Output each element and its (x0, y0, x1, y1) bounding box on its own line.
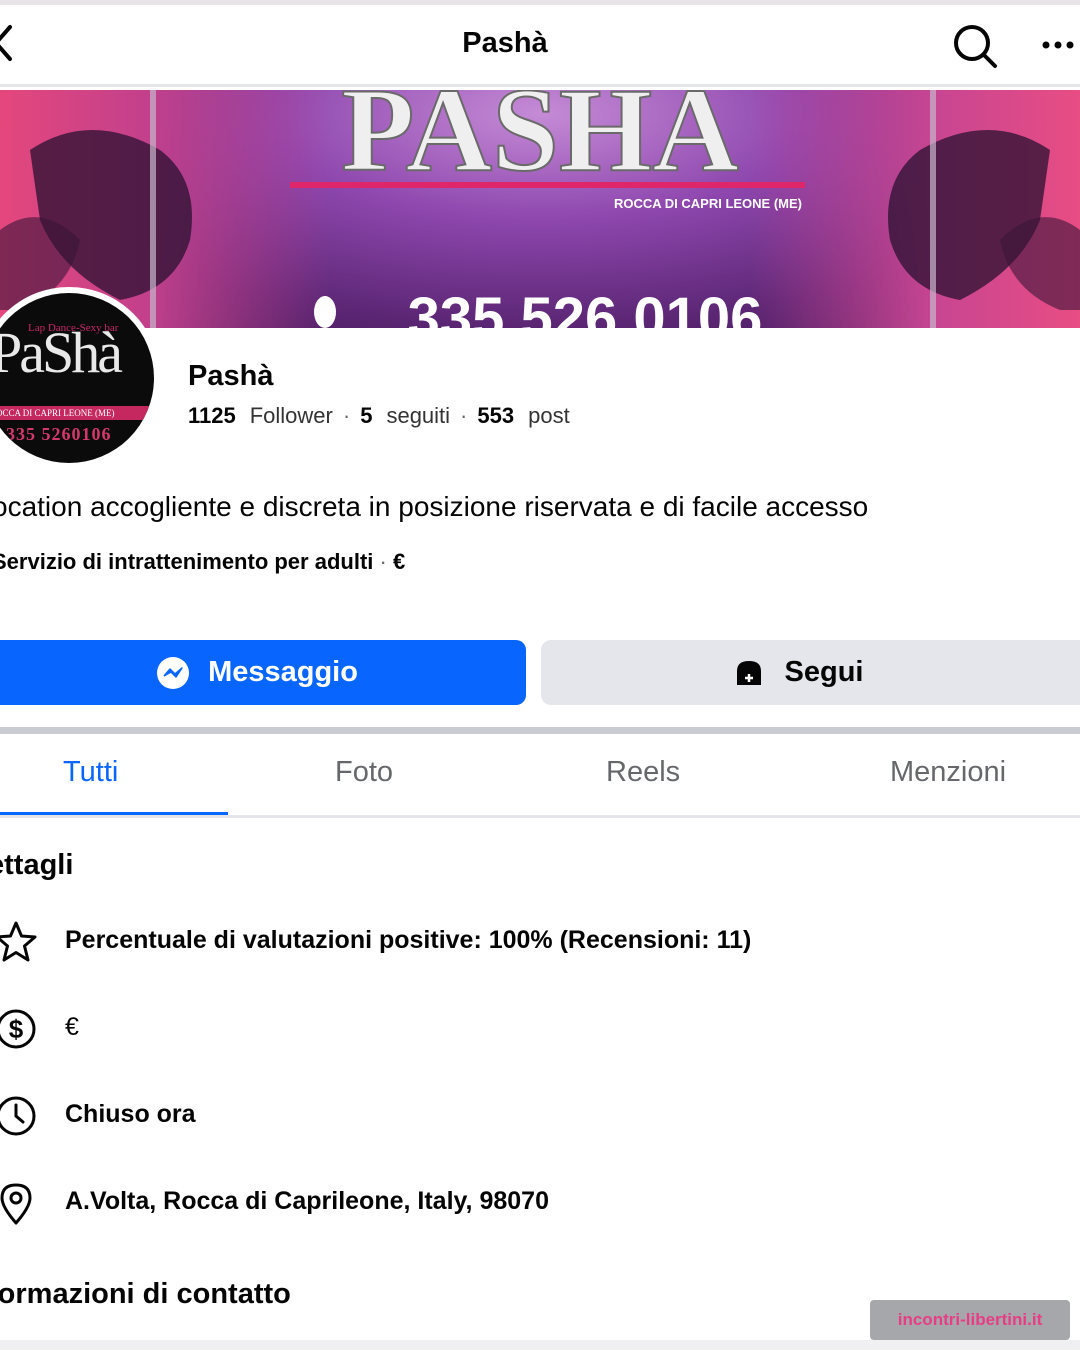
message-button-label: Messaggio (208, 656, 358, 688)
star-icon (0, 921, 37, 962)
dollar-icon: $ (0, 1009, 36, 1049)
avatar-band-text: ROCCA DI CAPRI LEONE (ME) (0, 406, 154, 420)
page-category: Servizio di intrattenimento per adulti ·… (0, 549, 405, 575)
avatar-image: Lap Dance-Sexy bar PaShà ROCCA DI CAPRI … (0, 293, 154, 463)
contact-section-title: formazioni di contatto (0, 1278, 291, 1310)
clock-icon (0, 1096, 36, 1136)
tab-reels[interactable]: Reels (606, 756, 680, 789)
following-count[interactable]: 5 (360, 403, 372, 428)
follow-button-label: Segui (784, 656, 864, 688)
page-bio: ocation accogliente e discreta in posizi… (0, 491, 869, 522)
followers-label[interactable]: Follower (250, 403, 333, 428)
posts-label: post (528, 403, 570, 428)
search-icon[interactable] (952, 23, 998, 69)
following-label[interactable]: seguiti (386, 403, 450, 428)
bottom-strip (0, 1340, 1080, 1350)
price-range: € (392, 549, 406, 574)
cover-logo-text: PASHA (341, 90, 739, 196)
cover-location-text: ROCCA DI CAPRI LEONE (ME) (614, 196, 802, 211)
category-separator: · (379, 549, 393, 574)
tab-foto[interactable]: Foto (335, 756, 393, 789)
section-divider (0, 727, 1080, 734)
messenger-icon (157, 656, 190, 689)
active-tab-indicator (0, 812, 228, 815)
page-header-title: Pashà (462, 27, 548, 59)
price-text: € (65, 1013, 79, 1041)
profile-stats: 1125 Follower · 5 seguiti · 553 post (188, 403, 570, 429)
more-icon[interactable] (1040, 35, 1080, 55)
detail-row-price: $ € (0, 1005, 992, 1055)
avatar-logo-text: PaShà (0, 320, 123, 385)
message-button[interactable]: Messaggio (0, 640, 526, 705)
page-name: Pashà (188, 360, 274, 392)
detail-row-address[interactable]: A.Volta, Rocca di Caprileone, Italy, 980… (0, 1179, 992, 1229)
location-pin-icon (0, 1183, 32, 1225)
stats-separator: · (342, 403, 351, 428)
followers-count[interactable]: 1125 (188, 403, 236, 428)
category-text[interactable]: Servizio di intrattenimento per adulti (0, 549, 373, 574)
detail-row-hours: Chiuso ora (0, 1092, 992, 1142)
tab-menzioni[interactable]: Menzioni (890, 756, 1006, 789)
rating-text: Percentuale di valutazioni positive: 100… (65, 926, 752, 954)
follow-button[interactable]: Segui (541, 640, 1080, 705)
posts-count: 553 (477, 403, 515, 428)
tab-tutti[interactable]: Tutti (63, 756, 118, 789)
top-bar: Pashà (0, 5, 1080, 87)
cover-phone-text: 335 526 0106 (408, 286, 763, 328)
stats-separator: · (460, 403, 468, 428)
hours-text: Chiuso ora (65, 1100, 196, 1128)
cover-photo[interactable]: PASHA ROCCA DI CAPRI LEONE (ME) 335 526 … (0, 90, 1080, 328)
detail-row-rating: Percentuale di valutazioni positive: 100… (0, 918, 992, 968)
details-section-title: ettagli (0, 849, 74, 881)
follow-icon (736, 660, 761, 685)
address-text: A.Volta, Rocca di Caprileone, Italy, 980… (65, 1187, 549, 1215)
tab-bar: Tutti Foto Reels Menzioni (0, 734, 1080, 818)
avatar-phone-text: 335 5260106 (6, 424, 112, 444)
watermark: incontri-libertini.it (870, 1300, 1070, 1340)
cover-artwork: PASHA ROCCA DI CAPRI LEONE (ME) 335 526 … (0, 90, 1080, 328)
svg-text:$: $ (9, 1014, 24, 1044)
